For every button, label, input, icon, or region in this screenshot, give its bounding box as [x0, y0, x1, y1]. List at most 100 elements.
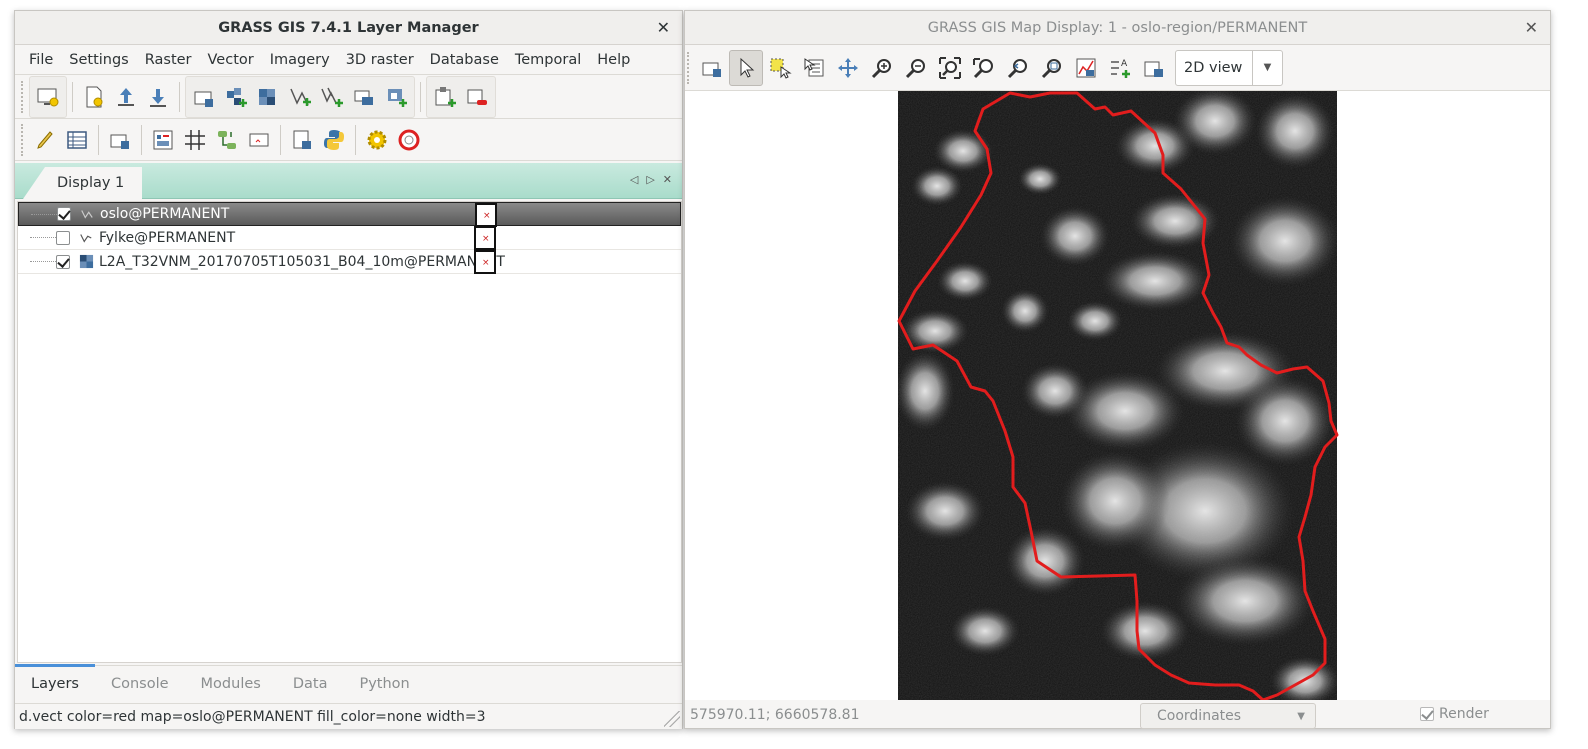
map-display-titlebar[interactable]: GRASS GIS Map Display: 1 - oslo-region/P… [685, 11, 1550, 45]
menu-temporal[interactable]: Temporal [507, 52, 589, 68]
new-display-icon[interactable] [32, 81, 64, 113]
open-workspace-icon[interactable] [110, 81, 142, 113]
add-vector-overlay-icon[interactable] [348, 81, 380, 113]
layer-options-icon[interactable] [475, 203, 497, 227]
georectifier-icon[interactable] [104, 124, 136, 156]
toolbar-grip[interactable] [687, 51, 691, 84]
chevron-down-icon: ▼ [1297, 711, 1305, 722]
view-mode-select[interactable]: 2D view ▼ [1175, 49, 1283, 86]
main-toolbar [15, 75, 682, 119]
menu-database[interactable]: Database [422, 52, 507, 68]
help-icon[interactable] [393, 124, 425, 156]
select-icon[interactable] [763, 50, 797, 86]
layer-manager-titlebar[interactable]: GRASS GIS 7.4.1 Layer Manager ✕ [15, 11, 682, 45]
render-label: Render [1439, 706, 1489, 722]
save-image-icon[interactable] [1137, 50, 1171, 86]
notebook-controls: ◁ ▷ ✕ [630, 173, 672, 186]
status-mode-value: Coordinates [1157, 708, 1242, 724]
zoom-region-icon[interactable] [1035, 50, 1069, 86]
bottom-tabs: Layers Console Modules Data Python [15, 664, 682, 702]
render-toggle[interactable]: Render [1420, 706, 1489, 722]
map-toolbar: A 2D view ▼ [685, 45, 1550, 91]
tab-layers[interactable]: Layers [15, 664, 95, 700]
status-mode-select[interactable]: Coordinates ▼ [1140, 703, 1316, 729]
graphical-modeler-icon[interactable] [211, 124, 243, 156]
status-text: d.vect color=red map=oslo@PERMANENT fill… [19, 708, 486, 725]
query-icon[interactable] [797, 50, 831, 86]
chevron-left-icon[interactable]: ◁ [630, 173, 638, 186]
vector-digitizer-icon[interactable] [29, 124, 61, 156]
layer-options-icon[interactable] [474, 250, 496, 274]
tab-modules[interactable]: Modules [185, 666, 277, 702]
analyze-icon[interactable] [1069, 50, 1103, 86]
zoom-extent-icon[interactable] [933, 50, 967, 86]
close-icon[interactable]: ✕ [1525, 18, 1538, 37]
chevron-right-icon[interactable]: ▷ [646, 173, 654, 186]
chevron-down-icon[interactable]: ▼ [1252, 50, 1282, 85]
resize-grip-icon[interactable] [664, 711, 680, 727]
add-multiple-vectors-icon[interactable] [316, 81, 348, 113]
menu-raster[interactable]: Raster [137, 52, 200, 68]
tab-data[interactable]: Data [277, 666, 344, 702]
raster-layer-icon [78, 254, 94, 270]
toolbar-grip[interactable] [21, 80, 25, 113]
add-raster-overlay-icon[interactable] [252, 81, 284, 113]
window-title: GRASS GIS Map Display: 1 - oslo-region/P… [927, 19, 1308, 36]
menu-imagery[interactable]: Imagery [262, 52, 338, 68]
map-status-bar: 575970.11; 6660578.81 Coordinates ▼ Rend… [685, 701, 1550, 729]
settings-icon[interactable] [361, 124, 393, 156]
decoration-icon[interactable]: A [1103, 50, 1137, 86]
add-multiple-rasters-icon[interactable] [220, 81, 252, 113]
save-workspace-icon[interactable] [142, 81, 174, 113]
layer-row[interactable]: oslo@PERMANENT [18, 202, 681, 227]
zoom-menu-icon[interactable] [1001, 50, 1035, 86]
close-tab-icon[interactable]: ✕ [663, 173, 672, 186]
layer-name: oslo@PERMANENT [100, 206, 230, 222]
layer-row[interactable]: Fylke@PERMANENT [18, 226, 681, 250]
menu-settings[interactable]: Settings [61, 52, 136, 68]
remove-layer-icon[interactable] [461, 81, 493, 113]
cartographic-composer-icon[interactable] [147, 124, 179, 156]
pointer-icon[interactable] [729, 49, 763, 86]
close-icon[interactable]: ✕ [657, 18, 670, 37]
layer-row[interactable]: L2A_T32VNM_20170705T105031_B04_10m@PERMA… [18, 250, 681, 274]
add-overlay-icon[interactable] [429, 81, 461, 113]
menu-vector[interactable]: Vector [200, 52, 262, 68]
tab-display-1[interactable]: Display 1 [23, 167, 143, 199]
map-canvas[interactable] [685, 91, 1550, 700]
menu-file[interactable]: File [21, 52, 61, 68]
menu-bar: File Settings Raster Vector Imagery 3D r… [15, 45, 682, 75]
add-group-icon[interactable] [380, 81, 412, 113]
layer-visibility-checkbox[interactable] [56, 230, 70, 245]
svg-text:A: A [1121, 59, 1128, 69]
map-image [897, 91, 1339, 700]
python-icon[interactable] [318, 124, 350, 156]
layer-options-icon[interactable] [474, 226, 496, 250]
layer-visibility-checkbox[interactable] [57, 207, 71, 221]
tab-python[interactable]: Python [343, 666, 425, 702]
pan-icon[interactable] [831, 50, 865, 86]
layer-tree: oslo@PERMANENT Fylke@PERMANENT L2A_T32VN… [17, 201, 682, 663]
display-map-icon[interactable] [695, 50, 729, 86]
display-notebook-header: Display 1 ◁ ▷ ✕ [15, 163, 682, 199]
add-raster-icon[interactable] [188, 81, 220, 113]
window-title: GRASS GIS 7.4.1 Layer Manager [218, 19, 479, 36]
tab-console[interactable]: Console [95, 666, 185, 702]
render-checkbox[interactable] [1420, 707, 1434, 721]
zoom-back-icon[interactable] [967, 50, 1001, 86]
menu-3d-raster[interactable]: 3D raster [338, 52, 422, 68]
map-swipe-icon[interactable] [243, 124, 275, 156]
grid-icon[interactable] [179, 124, 211, 156]
attribute-table-icon[interactable] [61, 124, 93, 156]
toolbar-grip[interactable] [21, 123, 25, 156]
menu-help[interactable]: Help [589, 52, 638, 68]
script-icon[interactable] [286, 124, 318, 156]
layer-manager-window: GRASS GIS 7.4.1 Layer Manager ✕ File Set… [14, 10, 683, 729]
layer-name: L2A_T32VNM_20170705T105031_B04_10m@PERMA… [99, 253, 505, 270]
zoom-out-icon[interactable] [899, 50, 933, 86]
new-workspace-icon[interactable] [78, 81, 110, 113]
add-vector-icon[interactable] [284, 81, 316, 113]
zoom-in-icon[interactable] [865, 50, 899, 86]
layer-visibility-checkbox[interactable] [56, 254, 70, 269]
tools-toolbar [15, 119, 682, 161]
